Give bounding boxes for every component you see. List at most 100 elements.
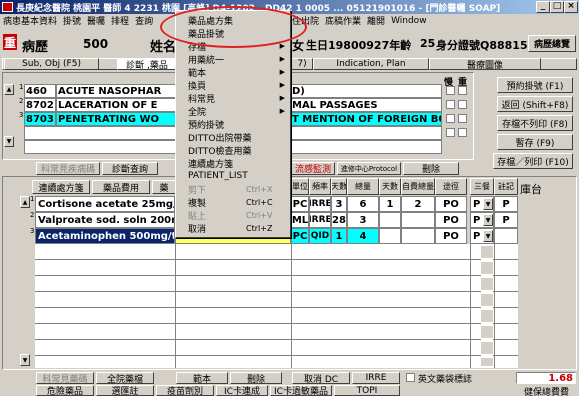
record-overview-button[interactable]: 病歷總覽 bbox=[528, 35, 576, 52]
self-pay-cell[interactable]: 2 bbox=[401, 196, 435, 212]
menu-item-copy[interactable]: 複製 Ctrl+C bbox=[178, 196, 288, 209]
hazard-drug-button[interactable]: 危險藥品 bbox=[36, 385, 94, 396]
menu-schedule[interactable]: 排程 bbox=[108, 14, 132, 27]
scroll-down-icon[interactable]: ▼ bbox=[4, 136, 14, 147]
total-cell[interactable]: 3 bbox=[347, 212, 379, 228]
frequency-cell[interactable]: IRRE bbox=[309, 212, 331, 228]
col-total[interactable]: 總量 bbox=[347, 178, 379, 195]
col-self-pay[interactable]: 自費總量 bbox=[401, 178, 435, 195]
delete-dx-button[interactable]: 刪除 bbox=[403, 162, 459, 175]
irre-button[interactable]: IRRE bbox=[352, 372, 400, 384]
tab-protocol[interactable]: 進修中心Protocol bbox=[337, 162, 401, 175]
menu-patient-info[interactable]: 病患基本資料 bbox=[0, 14, 60, 27]
chronic-checkbox[interactable] bbox=[446, 100, 455, 109]
dx-code[interactable]: 8702 bbox=[24, 98, 56, 112]
unit-cell[interactable]: PC bbox=[291, 228, 309, 244]
menu-item-appointment[interactable]: 預約掛號 bbox=[178, 118, 288, 131]
menu-item-unify[interactable]: 用藥統一 ▶ bbox=[178, 53, 288, 66]
days2-cell[interactable] bbox=[379, 228, 401, 244]
dx-description[interactable]: ACUTE NASOPHAR bbox=[56, 84, 176, 98]
main-dx-checkbox[interactable] bbox=[458, 128, 467, 137]
save-print-button[interactable]: 存檔／列印 (F10) bbox=[493, 153, 573, 169]
days-cell[interactable]: 28 bbox=[331, 212, 347, 228]
menu-admission[interactable]: 住出院 bbox=[289, 14, 322, 27]
unit-cell[interactable]: PC bbox=[291, 196, 309, 212]
dx-description-tail[interactable]: T MENTION OF FOREIGN BODY bbox=[290, 112, 442, 126]
days-cell[interactable]: 3 bbox=[331, 196, 347, 212]
frequency-cell[interactable]: QID bbox=[309, 228, 331, 244]
topi-button[interactable]: TOPI bbox=[334, 385, 400, 396]
meal-dropdown-icon[interactable]: ▼ bbox=[483, 214, 493, 226]
route-cell[interactable]: PO bbox=[435, 228, 467, 244]
ic-card-allergy-button[interactable]: IC卡過敏藥品 bbox=[270, 385, 332, 396]
common-drug-button[interactable]: 科常見藥碼 bbox=[36, 372, 94, 384]
dx-description[interactable]: PENETRATING WO bbox=[56, 112, 176, 126]
appointment-button[interactable]: 預約掛號 (F1) bbox=[497, 77, 573, 93]
drug-name-cell[interactable]: Cortisone acetate 25mg/tab(p bbox=[35, 196, 175, 212]
drug-name-cell[interactable]: Valproate sod. soln 200mg/m bbox=[35, 212, 175, 228]
menu-item-patient-list[interactable]: PATIENT_LIST bbox=[178, 170, 288, 182]
self-pay-cell[interactable] bbox=[401, 212, 435, 228]
dx-empty-row[interactable] bbox=[290, 140, 442, 154]
maximize-button[interactable]: □ bbox=[550, 1, 564, 13]
days2-cell[interactable] bbox=[379, 212, 401, 228]
main-dx-checkbox[interactable] bbox=[458, 114, 467, 123]
save-no-print-button[interactable]: 存檔不列印 (F8) bbox=[497, 115, 573, 131]
meal-dropdown-column[interactable] bbox=[481, 246, 493, 366]
dx-description[interactable]: LACERATION OF E bbox=[56, 98, 176, 112]
menu-window[interactable]: Window bbox=[388, 16, 430, 26]
vaccine-dose-button[interactable]: 疫苗劑別 bbox=[156, 385, 214, 396]
dx-description-tail[interactable]: D) bbox=[290, 84, 442, 98]
empty-grid-rows[interactable] bbox=[35, 244, 518, 368]
dx-empty-row[interactable] bbox=[290, 126, 442, 140]
dx-empty-row[interactable] bbox=[24, 126, 176, 140]
col-meals[interactable]: 三餐 bbox=[470, 178, 494, 195]
total-cell[interactable]: 6 bbox=[347, 196, 379, 212]
days-cell[interactable]: 1 bbox=[331, 228, 347, 244]
menu-query[interactable]: 查詢 bbox=[132, 14, 156, 27]
dx-code[interactable]: 8703 bbox=[24, 112, 56, 126]
grid-scroll-down-icon[interactable]: ▼ bbox=[20, 354, 30, 366]
menu-item-page[interactable]: 換頁 ▶ bbox=[178, 79, 288, 92]
col-frequency[interactable]: 頻率 bbox=[309, 178, 331, 195]
tab-medical-images[interactable]: 醫療圖像 bbox=[429, 58, 541, 70]
note-cell[interactable] bbox=[494, 228, 518, 244]
tab-f7[interactable]: 7) bbox=[291, 58, 313, 70]
menu-item-template[interactable]: 範本 ▶ bbox=[178, 66, 288, 79]
dx-empty-row[interactable] bbox=[24, 140, 176, 154]
continuous-rx-button[interactable]: 連續處方箋 bbox=[32, 180, 90, 194]
drug-cost-button[interactable]: 藥品費用 bbox=[92, 180, 150, 194]
menu-register[interactable]: 掛號 bbox=[60, 14, 84, 27]
col-note[interactable]: 註記 bbox=[494, 178, 518, 195]
main-dx-checkbox[interactable] bbox=[458, 86, 467, 95]
tab-indication-plan[interactable]: Indication, Plan bbox=[313, 58, 429, 70]
col-days[interactable]: 天數 bbox=[331, 178, 347, 195]
dx-description-tail[interactable]: MAL PASSAGES bbox=[290, 98, 442, 112]
menu-exit[interactable]: 離開 bbox=[364, 14, 388, 27]
chronic-checkbox[interactable] bbox=[446, 128, 455, 137]
meal-dropdown-icon[interactable]: ▼ bbox=[483, 230, 493, 242]
col-days-2[interactable]: 天數 bbox=[379, 178, 401, 195]
menu-item-ditto-discharge[interactable]: DITTO出院帶藥 bbox=[178, 131, 288, 144]
tab-common-dx[interactable]: 科常見疾病碼 bbox=[36, 162, 100, 175]
close-button[interactable]: × bbox=[564, 1, 578, 13]
menu-item-ditto-exam[interactable]: DITTO檢查用藥 bbox=[178, 144, 288, 157]
menu-item-save[interactable]: 存檔 ▶ bbox=[178, 40, 288, 53]
temp-save-button[interactable]: 暫存 (F9) bbox=[497, 134, 573, 150]
menu-item-drug-register[interactable]: 藥品掛號 bbox=[178, 27, 288, 40]
menu-item-drug-formulary[interactable]: 藥品處方集 bbox=[178, 14, 288, 27]
tab-flu-monitor[interactable]: 流感監測 bbox=[291, 162, 335, 175]
tab-dx-drug[interactable]: 診斷 ,藥品 bbox=[117, 58, 177, 70]
route-cell[interactable]: PO bbox=[435, 196, 467, 212]
minimize-button[interactable]: _ bbox=[536, 1, 550, 13]
chronic-checkbox[interactable] bbox=[446, 86, 455, 95]
delete-drug-button[interactable]: 刪除 bbox=[230, 372, 282, 384]
menu-item-dept-common[interactable]: 科常見 ▶ bbox=[178, 92, 288, 105]
meal-dropdown-icon[interactable]: ▼ bbox=[483, 198, 493, 210]
dx-code[interactable]: 460 bbox=[24, 84, 56, 98]
menu-item-undo[interactable]: 取消 Ctrl+Z bbox=[178, 222, 288, 235]
drug-name-cell[interactable]: Acetaminophen 500mg/tab(pa bbox=[35, 228, 175, 244]
return-button[interactable]: 返回 (Shift+F8) bbox=[497, 96, 573, 112]
hospital-drug-button[interactable]: 全院藥檔 bbox=[96, 372, 154, 384]
chronic-checkbox[interactable] bbox=[446, 114, 455, 123]
